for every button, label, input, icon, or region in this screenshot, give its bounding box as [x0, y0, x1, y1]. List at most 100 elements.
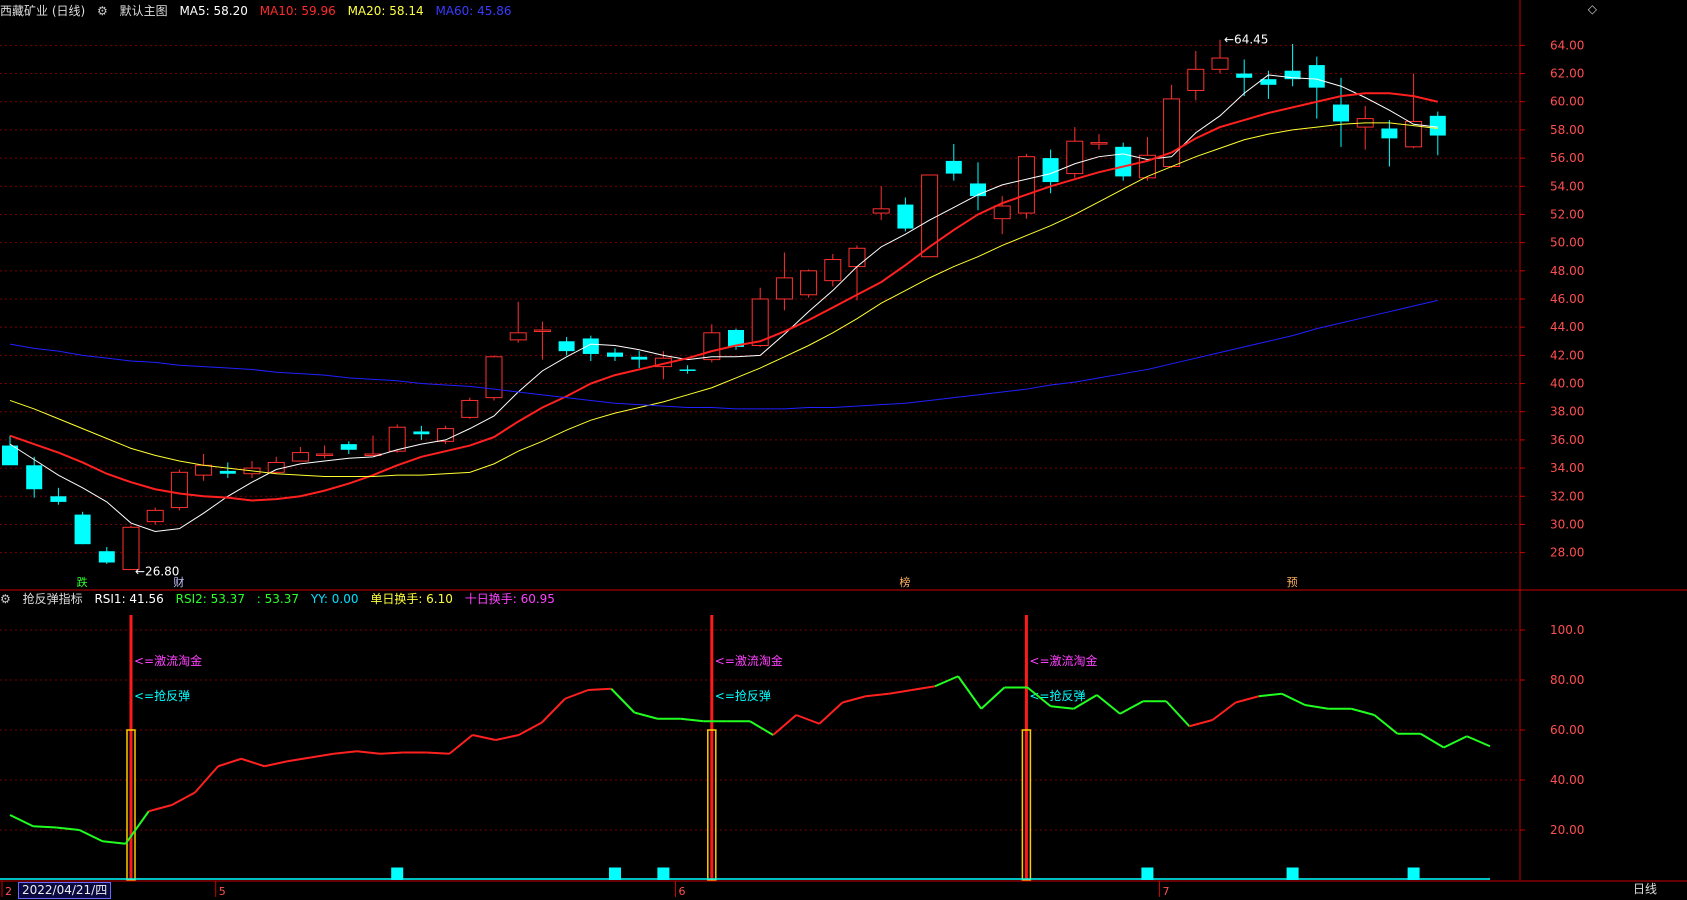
period-button[interactable]: 日线 — [1633, 882, 1657, 897]
rsi-segment — [634, 711, 658, 720]
indicator-tick-label: 60.00 — [1550, 723, 1584, 737]
candle — [607, 348, 623, 361]
chart-stage: ←64.45←26.80跌财榜预 <=激流淘金<=抢反弹<=激流淘金<=抢反弹<… — [0, 0, 1687, 898]
price-tick-label: 48.00 — [1550, 264, 1584, 278]
indicator-small-bar — [609, 867, 621, 880]
diamond-icon[interactable]: ◇ — [1588, 2, 1597, 16]
candle-body — [1308, 65, 1325, 88]
indicator-small-bar — [1286, 867, 1299, 880]
rsi-segment — [1119, 700, 1144, 715]
rsi-segment — [1466, 735, 1491, 748]
candle-body — [146, 509, 164, 523]
gear-icon[interactable]: ⚙ — [0, 592, 11, 606]
candle — [1115, 142, 1132, 181]
rsi-segment — [356, 750, 381, 755]
rsi-segment — [541, 698, 566, 724]
rsi-segment — [842, 695, 866, 704]
rsi-segment — [333, 750, 357, 755]
rsi-segment — [1050, 705, 1074, 710]
rsi-segment — [124, 810, 150, 845]
candle-body — [703, 332, 721, 361]
rsi-segment — [1258, 692, 1282, 698]
candle — [921, 174, 939, 258]
candle — [1163, 84, 1181, 168]
candle — [98, 547, 115, 564]
rsi-segment — [1420, 732, 1445, 749]
candle-body — [558, 341, 575, 352]
candle — [74, 511, 91, 545]
candle-body — [824, 259, 842, 282]
price-tick-label: 28.00 — [1550, 546, 1584, 560]
rsi-segment — [818, 701, 844, 725]
rsi-segment — [1096, 694, 1121, 715]
candle-body — [1115, 146, 1132, 177]
moving-average-lines — [9, 74, 1439, 533]
rsi-segment — [148, 804, 173, 813]
rsi-indicator: <=激流淘金<=抢反弹<=激流淘金<=抢反弹<=激流淘金<=抢反弹 — [0, 615, 1491, 881]
event-marker: 预 — [1287, 576, 1298, 589]
price-tick-label: 56.00 — [1550, 151, 1584, 165]
candle-body — [1066, 140, 1084, 175]
ma-line-ma5 — [9, 74, 1438, 533]
rsi-segment — [240, 757, 265, 768]
candle-body — [1260, 79, 1277, 85]
price-tick-label: 52.00 — [1550, 207, 1584, 221]
rsi-segment — [1373, 714, 1399, 735]
price-tick-label: 50.00 — [1550, 236, 1584, 250]
rsi-segment — [865, 692, 889, 698]
rsi-segment — [610, 688, 636, 714]
rsi-segment — [33, 825, 57, 829]
candle-body — [340, 444, 357, 450]
candle-body — [1090, 142, 1108, 145]
rsi-segment — [472, 734, 496, 741]
stock-title[interactable]: 西藏矿业 (日线) — [0, 4, 85, 18]
candle — [800, 269, 818, 298]
candle — [170, 469, 188, 511]
candle-body — [195, 464, 213, 476]
indicator-name[interactable]: 抢反弹指标 — [23, 592, 83, 606]
candle — [631, 351, 648, 369]
main-chart-label[interactable]: 默认主图 — [120, 4, 168, 18]
price-tick-label: 62.00 — [1550, 67, 1584, 81]
gear-icon[interactable]: ⚙ — [97, 4, 108, 18]
candle-body — [1042, 158, 1059, 183]
price-tick-label: 30.00 — [1550, 517, 1584, 531]
rsi2-label: RSI2: 53.37 — [175, 592, 245, 606]
candle-body — [897, 204, 914, 229]
signal: <=激流淘金 <=抢反弹 — [126, 615, 202, 881]
indicator-small-bar — [1141, 867, 1154, 880]
candle-body — [26, 465, 43, 490]
candle — [582, 335, 599, 361]
indicator-small-bar — [1407, 867, 1420, 880]
price-tick-label: 44.00 — [1550, 320, 1584, 334]
event-marker: 跌 — [77, 575, 88, 589]
rsi-segment — [78, 829, 103, 843]
candle — [1308, 56, 1325, 119]
ten-turnover-label: 十日换手: 60.95 — [464, 592, 555, 606]
candle — [461, 397, 479, 419]
rsi-segment — [102, 840, 126, 845]
rsi-segment — [518, 721, 543, 736]
rsi-segment — [379, 751, 404, 755]
ma10-label: MA10: 59.96 — [259, 4, 336, 18]
indicator-tick-label: 80.00 — [1550, 673, 1584, 687]
ma-line-ma20 — [9, 122, 1438, 478]
candle-body — [582, 338, 599, 354]
candle-body — [945, 160, 962, 174]
candle — [1187, 51, 1205, 101]
candle — [291, 446, 309, 462]
price-tick-label: 64.00 — [1550, 38, 1584, 52]
candle-body — [485, 356, 503, 399]
candle-body — [775, 277, 793, 300]
candle-body — [1017, 156, 1035, 214]
rsi-segment — [749, 720, 774, 736]
month-label: 6 — [679, 885, 686, 898]
candle-body — [461, 399, 479, 418]
rsi-segment — [1165, 700, 1191, 727]
signal: <=激流淘金 <=抢反弹 — [707, 615, 783, 881]
price-tick-label: 34.00 — [1550, 461, 1584, 475]
candle-body — [219, 470, 236, 474]
candle — [146, 507, 164, 525]
candlestick-series[interactable] — [2, 39, 1446, 571]
candle — [1381, 120, 1398, 167]
